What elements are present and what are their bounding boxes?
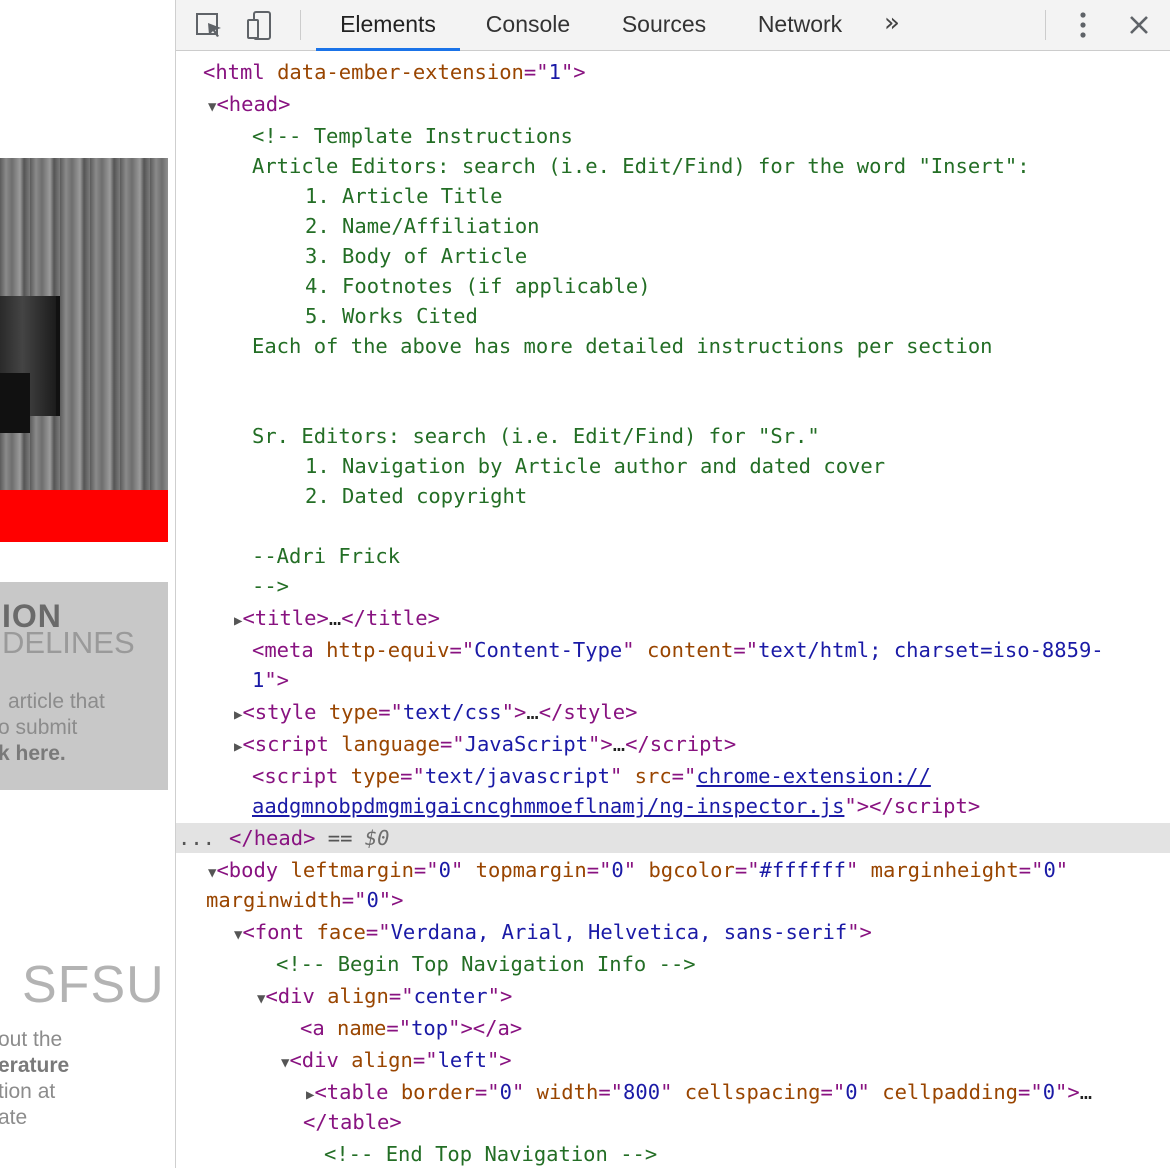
dom-node-table-close[interactable]: </table> (176, 1107, 1170, 1137)
tab-elements[interactable]: Elements (316, 0, 460, 51)
dom-node-body-wrap[interactable]: marginwidth="0"> (176, 885, 1170, 915)
comment-line: Article Editors: search (i.e. Edit/Find)… (252, 154, 1030, 178)
node-actions-dots[interactable]: ... (176, 826, 215, 850)
tab-network[interactable]: Network (744, 0, 856, 51)
about-text-line: tion at (0, 1080, 56, 1103)
comment-line: 3. Body of Article (305, 244, 528, 268)
comment-line[interactable]: <!-- End Top Navigation --> (176, 1139, 1170, 1168)
comment-line: <!-- Template Instructions (252, 124, 573, 148)
dom-node-table[interactable]: ▶<table border="0" width="800" cellspaci… (176, 1077, 1170, 1107)
comment-line: 5. Works Cited (305, 304, 478, 328)
page-red-banner (0, 490, 168, 542)
comment-line: Sr. Editors: search (i.e. Edit/Find) for… (252, 424, 820, 448)
guidelines-link[interactable]: k here. (0, 742, 66, 766)
tab-console[interactable]: Console (472, 0, 584, 51)
script-src-link[interactable]: chrome-extension:// (696, 764, 931, 788)
dom-node-head[interactable]: ▼<head> (176, 89, 1170, 119)
comment-line: 1. Article Title (305, 184, 503, 208)
dom-node-style[interactable]: ▶<style type="text/css">…</style> (176, 697, 1170, 727)
comment-line[interactable]: <!-- Begin Top Navigation Info --> (176, 949, 1170, 979)
devtools-panel: Elements Console Sources Network » <html… (175, 0, 1170, 1168)
close-icon[interactable] (1122, 8, 1156, 42)
about-text-line: erature (0, 1054, 70, 1077)
guidelines-subheading: DELINES (2, 625, 135, 660)
guidelines-text-line: o submit (0, 716, 78, 739)
comment-line: --Adri Frick (252, 544, 401, 568)
dom-node-font[interactable]: ▼<font face="Verdana, Arial, Helvetica, … (176, 917, 1170, 947)
more-tabs-icon[interactable]: » (884, 8, 900, 38)
dom-node-script-src-wrap[interactable]: aadgmnobpdmgmigaicncghmmoeflnamj/ng-insp… (176, 791, 1170, 821)
guidelines-text-line: article that (8, 690, 105, 713)
comment-line: 4. Footnotes (if applicable) (305, 274, 651, 298)
about-text-line: out the (0, 1028, 63, 1051)
dom-node-head-close-selected[interactable]: ... </head> == $0 (176, 823, 1170, 853)
dom-node-body[interactable]: ▼<body leftmargin="0" topmargin="0" bgco… (176, 855, 1170, 885)
tab-sources[interactable]: Sources (608, 0, 720, 51)
dom-node-script[interactable]: ▶<script language="JavaScript">…</script… (176, 729, 1170, 759)
device-toolbar-icon[interactable] (244, 8, 278, 42)
dom-node-div-left[interactable]: ▼<div align="left"> (176, 1045, 1170, 1075)
dom-node-anchor[interactable]: <a name="top"></a> (176, 1013, 1170, 1043)
kebab-menu-icon[interactable] (1066, 8, 1100, 42)
dom-node-script-src[interactable]: <script type="text/javascript" src="chro… (176, 761, 1170, 791)
script-src-link[interactable]: aadgmnobpdmgmigaicncghmmoeflnamj/ng-insp… (252, 794, 844, 818)
page-photo (0, 158, 168, 490)
dom-node-title[interactable]: ▶<title>…</title> (176, 603, 1170, 633)
comment-line: Each of the above has more detailed inst… (252, 334, 993, 358)
dom-node-html[interactable]: <html data-ember-extension="1"> (176, 57, 1170, 87)
sfsu-logo: SFSU (22, 956, 165, 1014)
about-text-line: ate (0, 1106, 28, 1129)
dom-node-div-center[interactable]: ▼<div align="center"> (176, 981, 1170, 1011)
dom-tree: <html data-ember-extension="1"> ▼<head> … (176, 52, 1170, 1168)
photo-hinge-detail (0, 373, 30, 433)
toolbar-separator (1045, 10, 1046, 40)
toolbar-separator (300, 10, 301, 40)
inspect-element-icon[interactable] (192, 8, 226, 42)
comment-line: --> (252, 574, 290, 598)
page-viewport: ION DELINES article that o submit k here… (0, 0, 175, 1168)
comment-line: 2. Name/Affiliation (305, 214, 540, 238)
devtools-toolbar: Elements Console Sources Network » (176, 0, 1170, 51)
comment-line: 2. Dated copyright (305, 484, 528, 508)
dom-node-meta[interactable]: <meta http-equiv="Content-Type" content=… (176, 635, 1170, 665)
dom-node-meta-wrap[interactable]: 1"> (176, 665, 1170, 695)
comment-line: 1. Navigation by Article author and date… (305, 454, 886, 478)
